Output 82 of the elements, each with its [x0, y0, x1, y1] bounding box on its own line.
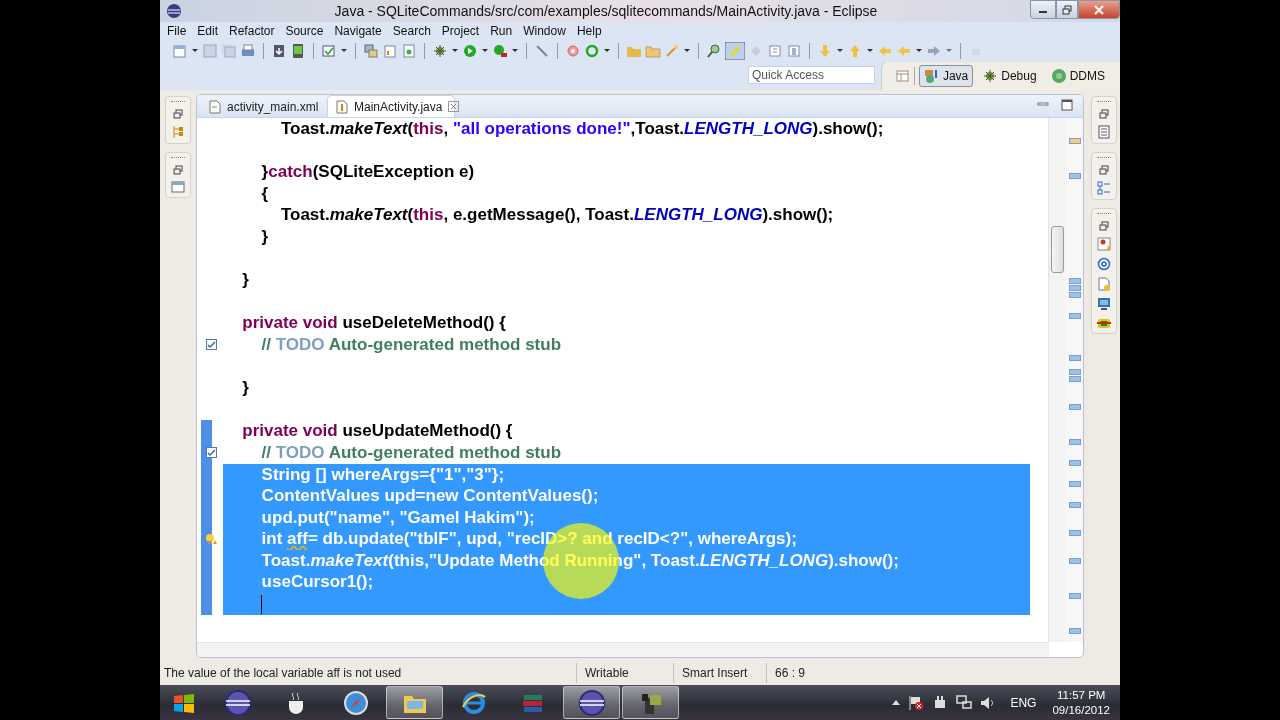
bug-icon[interactable] [432, 43, 448, 59]
perspective-button[interactable]: DDMS [1045, 65, 1110, 87]
menu-item[interactable]: Navigate [329, 24, 388, 38]
maximize-icon[interactable] [1061, 99, 1073, 111]
eclipse-logo-icon [577, 688, 606, 717]
menu-item[interactable]: File [162, 24, 193, 38]
printer-icon[interactable] [240, 43, 256, 59]
eclipse-logo-icon [166, 3, 182, 19]
java-perspective-icon [923, 68, 940, 84]
code-line: private void useUpdateMethod() { [241, 420, 514, 442]
device-icon[interactable] [290, 43, 306, 59]
close-button[interactable] [1078, 0, 1120, 19]
code-line: } [241, 269, 250, 291]
document-icon[interactable] [401, 43, 417, 59]
quick-access-field[interactable]: Quick Access [747, 66, 875, 84]
menu-item[interactable]: Help [571, 24, 608, 38]
code-line: // TODO Auto-generated method stub [260, 333, 563, 356]
minimize-icon[interactable] [1037, 99, 1049, 109]
taskbar-button[interactable] [563, 686, 620, 719]
restore-button[interactable] [1056, 0, 1078, 19]
checkbox-icon[interactable] [321, 43, 337, 59]
status-message: The value of the local variable aff is not used [163, 666, 403, 680]
menu-item[interactable]: Run [485, 24, 519, 38]
outline-icon[interactable] [1097, 181, 1111, 195]
network-icon[interactable] [956, 694, 973, 711]
class-icon[interactable] [382, 43, 398, 59]
clock[interactable]: 11:57 PM 09/16/2012 [1052, 687, 1110, 718]
menu-item[interactable]: Source [280, 24, 330, 38]
status-insert-mode: Smart Insert [673, 663, 766, 683]
package-icon[interactable] [363, 43, 379, 59]
editor-tab[interactable]: activity_main.xml [201, 96, 327, 117]
restore-icon[interactable] [1099, 165, 1109, 175]
restore-icon [1062, 4, 1072, 15]
language-indicator[interactable]: ENG [1010, 695, 1037, 710]
menu-item[interactable]: Project [436, 24, 486, 38]
close-icon[interactable] [448, 101, 460, 112]
code-line: Toast.makeText(this, e.getMessage(), Toast.LENGTH_LONG).show(); [279, 204, 835, 226]
highlighter-icon[interactable] [725, 42, 745, 60]
run-tool-icon[interactable] [492, 43, 508, 59]
restore-icon[interactable] [173, 109, 183, 119]
monitor-icon[interactable] [1097, 297, 1111, 311]
java-file-icon [336, 99, 348, 114]
vertical-scrollbar[interactable] [1048, 118, 1065, 642]
perspective-button[interactable]: Java [918, 65, 974, 87]
code-line: }catch(SQLiteException e) [260, 161, 476, 183]
restore-icon[interactable] [1099, 109, 1109, 119]
code-line: } [241, 377, 250, 399]
flag-icon[interactable] [908, 694, 925, 711]
status-writable: Writable [576, 663, 673, 683]
cursor-position: 66 : 9 [766, 663, 1001, 683]
restore-icon[interactable] [1099, 221, 1109, 231]
code-line: private void useDeleteMethod() { [241, 312, 507, 334]
code-line: // TODO Auto-generated method stub [260, 441, 563, 464]
download-icon[interactable] [271, 43, 287, 59]
close-icon [1094, 4, 1104, 15]
restore-icon[interactable] [173, 165, 183, 175]
code-line: { [260, 182, 270, 205]
minimize-button[interactable] [1030, 0, 1056, 19]
problems-icon[interactable] [1097, 237, 1111, 251]
compass-icon [341, 688, 370, 717]
show-hidden-icons-icon[interactable] [892, 698, 901, 707]
disc-icon [1050, 68, 1067, 84]
xml-file-icon [209, 99, 221, 114]
perspective-button[interactable]: Debug [977, 65, 1042, 87]
taskbar-button[interactable] [622, 686, 679, 719]
console-icon[interactable] [171, 181, 185, 193]
menu-item[interactable]: Refactor [224, 24, 281, 38]
horizontal-scrollbar[interactable] [197, 642, 1049, 657]
bug-icon [982, 68, 999, 84]
code-line: Toast.makeText(this, "all operations done!",Toast.LENGTH_LONG).show(); [279, 118, 885, 140]
menu-item[interactable]: Search [387, 24, 437, 38]
document-list-icon[interactable] [1098, 125, 1110, 139]
eclipse-logo-icon [223, 688, 252, 717]
window-title: Java - SQLiteCommands/src/com/examples/sqlitecommands/MainActivity.java - Eclipse [333, 3, 879, 19]
at-sign-icon[interactable] [1097, 257, 1111, 271]
menu-item[interactable]: Window [518, 24, 572, 38]
open-perspective-icon[interactable] [895, 69, 910, 83]
menu-item[interactable]: Edit [192, 24, 225, 38]
declaration-icon[interactable] [1097, 277, 1111, 291]
code-line: } [260, 225, 270, 248]
search-icon[interactable] [706, 43, 722, 59]
hierarchy-icon[interactable] [172, 125, 184, 139]
